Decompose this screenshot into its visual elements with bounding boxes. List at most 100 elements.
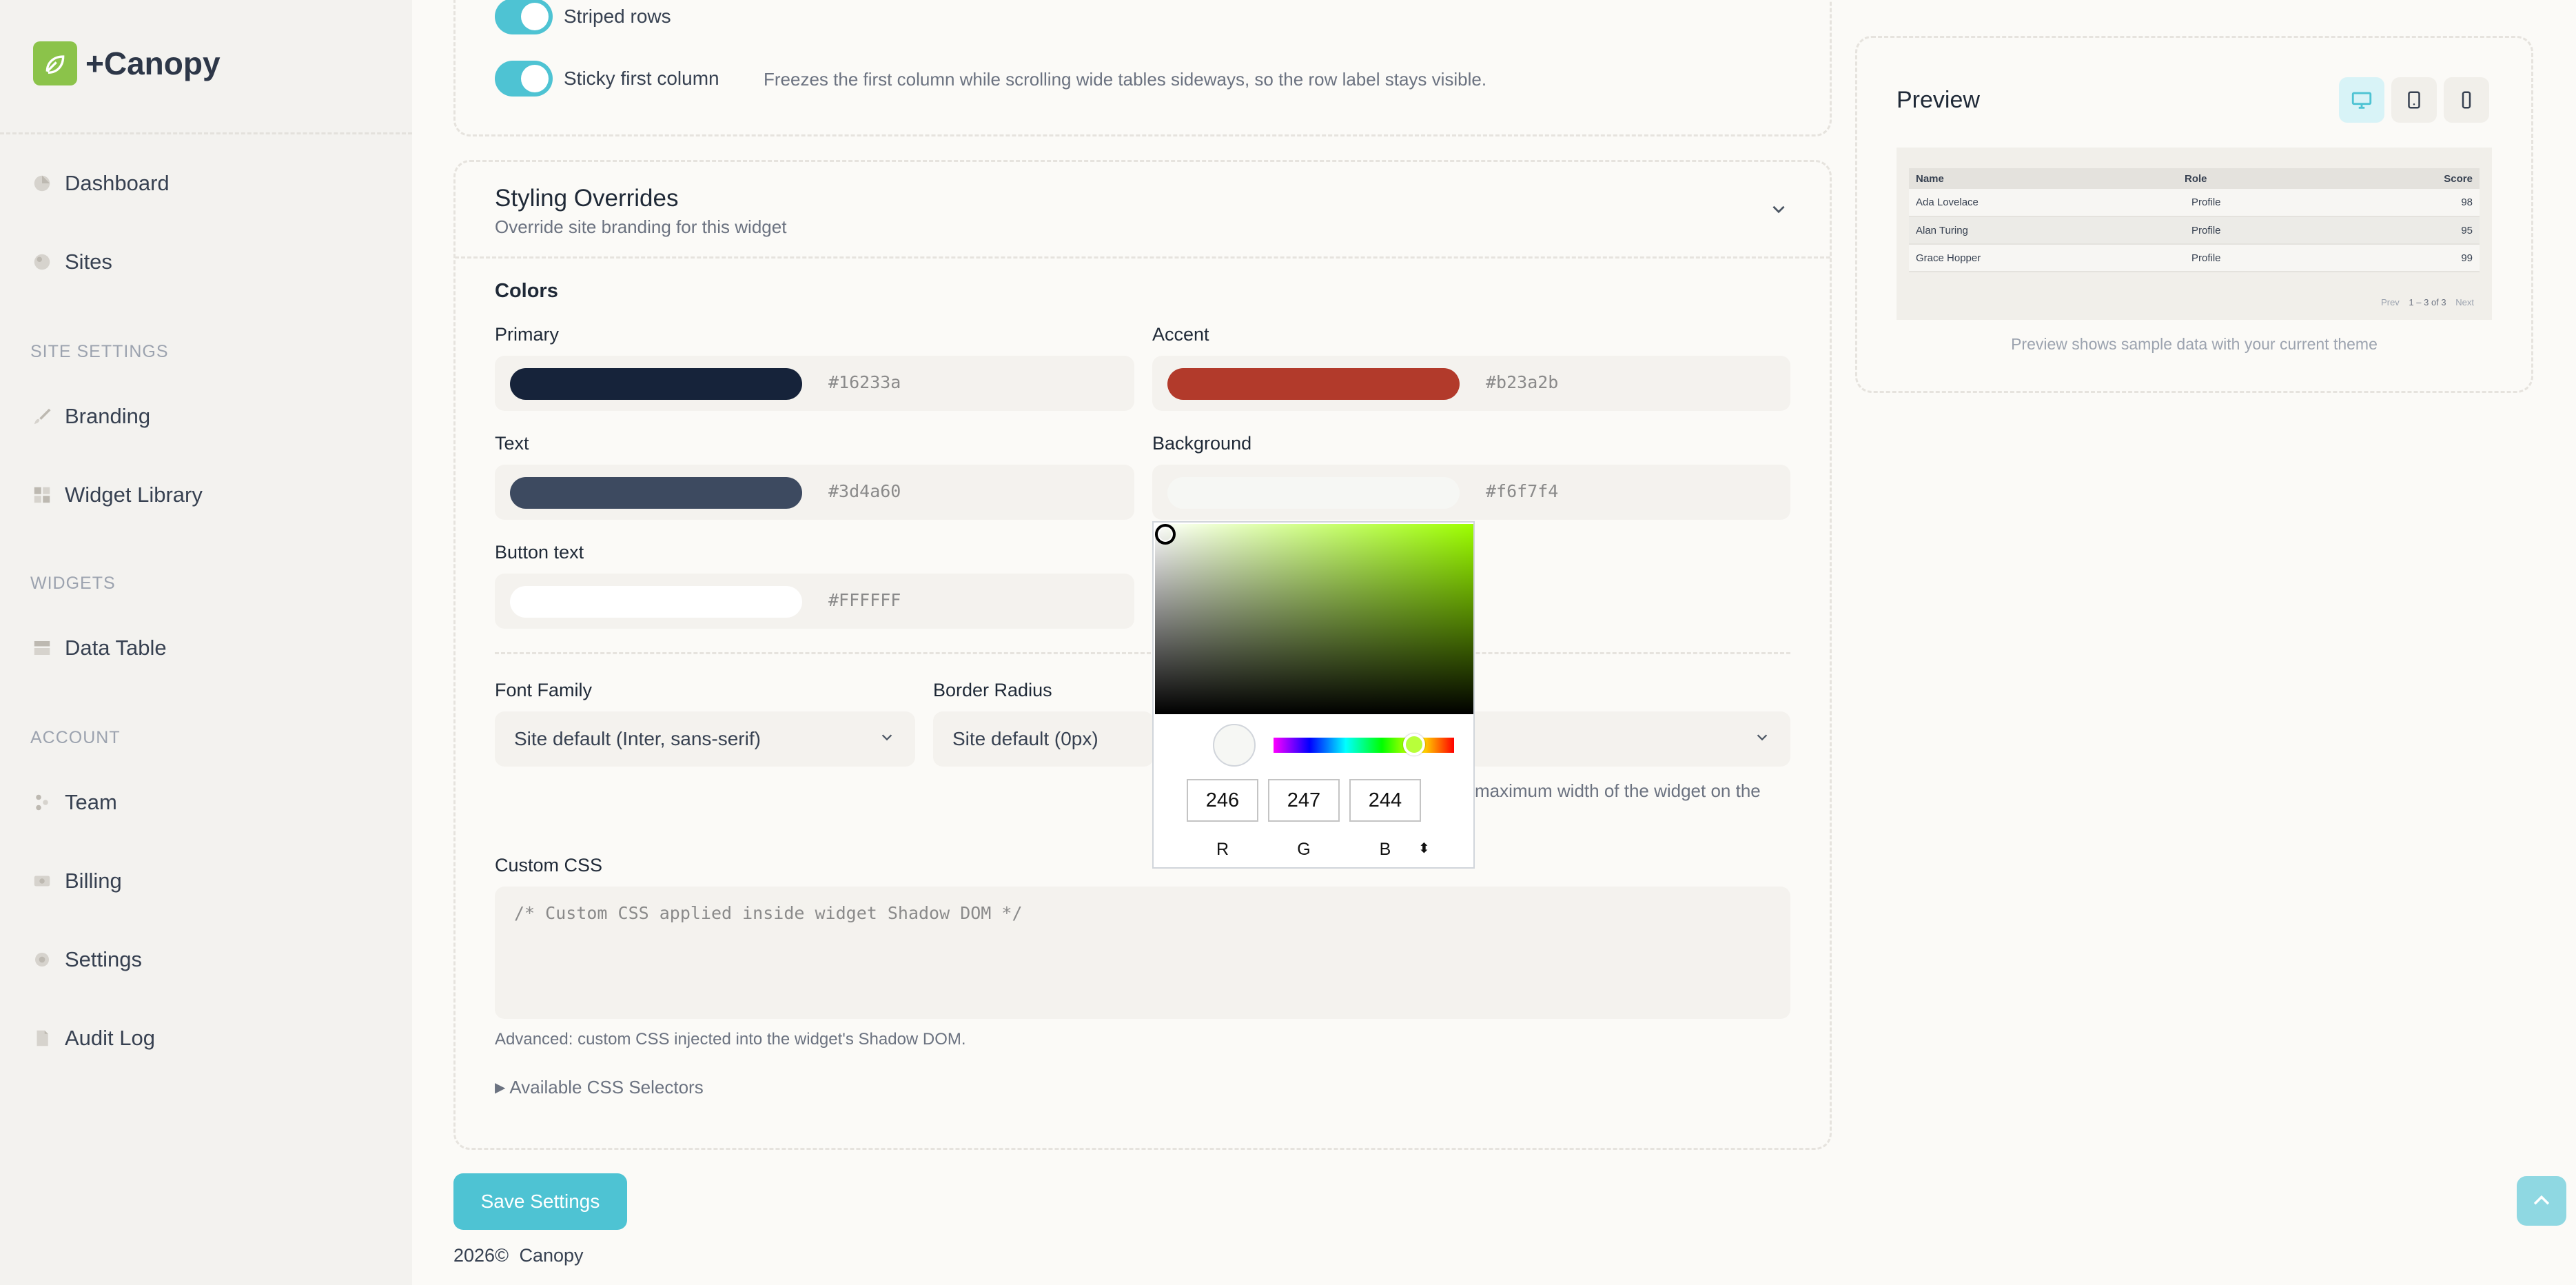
brush-icon xyxy=(30,405,54,428)
sidebar-item-widget-library[interactable]: Widget Library xyxy=(30,483,203,507)
saturation-handle[interactable] xyxy=(1155,524,1176,545)
sidebar-item-branding[interactable]: Branding xyxy=(30,404,150,429)
footer-year: 2026© xyxy=(453,1245,509,1266)
text-swatch[interactable] xyxy=(510,477,802,509)
hue-handle[interactable] xyxy=(1403,733,1425,756)
sticky-column-hint: Freezes the first column while scrolling… xyxy=(764,69,1487,90)
row-score: 95 xyxy=(2333,216,2480,245)
table-row: Ada Lovelace Profile 98 xyxy=(1909,189,2480,217)
red-input[interactable]: 246 xyxy=(1187,779,1258,822)
primary-hex[interactable]: #16233a xyxy=(828,372,901,392)
desktop-view-button[interactable] xyxy=(2339,77,2384,123)
accent-hex[interactable]: #b23a2b xyxy=(1486,372,1558,392)
sidebar-item-label: Settings xyxy=(65,947,143,971)
border-radius-value: Site default (0px) xyxy=(952,728,1098,749)
card-header-divider xyxy=(455,256,1830,259)
saturation-area[interactable] xyxy=(1155,524,1473,714)
colors-heading: Colors xyxy=(495,280,558,302)
logo[interactable]: +Canopy xyxy=(33,41,221,85)
sidebar-item-label: Team xyxy=(65,790,117,814)
leaf-logo-icon xyxy=(33,41,77,85)
sidebar-item-settings[interactable]: Settings xyxy=(30,947,142,972)
primary-swatch[interactable] xyxy=(510,368,802,400)
row-score: 98 xyxy=(2333,189,2480,217)
border-radius-label: Border Radius xyxy=(933,680,1052,700)
sticky-column-toggle[interactable] xyxy=(495,61,553,97)
custom-css-textarea[interactable]: /* Custom CSS applied inside widget Shad… xyxy=(495,887,1790,1019)
row-name: Alan Turing xyxy=(1909,216,2185,245)
text-hex[interactable]: #3d4a60 xyxy=(828,481,901,501)
section-divider xyxy=(495,652,1790,654)
button-text-color-field[interactable]: #FFFFFF xyxy=(495,574,1134,629)
striped-rows-toggle[interactable] xyxy=(495,0,553,34)
row-role: Profile xyxy=(2185,244,2333,272)
row-name: Grace Hopper xyxy=(1909,244,2185,272)
caret-right-icon: ▶ xyxy=(495,1080,506,1095)
preview-pager: Prev 1 – 3 of 3 Next xyxy=(2381,297,2474,307)
tablet-view-button[interactable] xyxy=(2391,77,2437,123)
custom-css-hint: Advanced: custom CSS injected into the w… xyxy=(495,1030,966,1049)
button-text-hex[interactable]: #FFFFFF xyxy=(828,590,901,610)
accent-label: Accent xyxy=(1152,324,1209,345)
save-settings-button[interactable]: Save Settings xyxy=(453,1173,627,1230)
sidebar-item-audit-log[interactable]: Audit Log xyxy=(30,1026,155,1051)
sidebar-item-data-table[interactable]: Data Table xyxy=(30,636,167,660)
green-label: G xyxy=(1297,840,1311,859)
chevron-down-icon xyxy=(1757,734,1768,741)
tablet-icon xyxy=(2408,91,2420,109)
styling-title: Styling Overrides xyxy=(495,185,679,212)
globe-icon xyxy=(30,250,54,274)
button-text-label: Button text xyxy=(495,542,584,563)
app-name: +Canopy xyxy=(85,45,221,81)
credit-card-icon xyxy=(30,869,54,893)
footer: 2026© Canopy xyxy=(453,1245,584,1266)
pager-next[interactable]: Next xyxy=(2455,297,2474,307)
table-icon xyxy=(30,636,54,660)
background-swatch[interactable] xyxy=(1167,477,1460,509)
sidebar-item-dashboard[interactable]: Dashboard xyxy=(30,171,170,196)
sidebar-item-label: Branding xyxy=(65,404,151,428)
scroll-to-top-button[interactable] xyxy=(2517,1176,2566,1226)
green-input[interactable]: 247 xyxy=(1268,779,1340,822)
sidebar: +Canopy Dashboard Sites SITE SETTINGS Br… xyxy=(0,0,412,1285)
users-icon xyxy=(30,791,54,814)
max-width-select[interactable] xyxy=(1468,711,1790,767)
preview-header-score: Score xyxy=(2333,168,2480,189)
section-widgets: WIDGETS xyxy=(30,574,116,593)
primary-color-field[interactable]: #16233a xyxy=(495,356,1134,411)
text-color-field[interactable]: #3d4a60 xyxy=(495,465,1134,520)
sidebar-item-label: Audit Log xyxy=(65,1026,155,1050)
text-color-label: Text xyxy=(495,433,529,454)
section-account: ACCOUNT xyxy=(30,728,121,747)
accent-swatch[interactable] xyxy=(1167,368,1460,400)
format-toggle-icon[interactable]: ⬍ xyxy=(1418,840,1430,857)
custom-css-label: Custom CSS xyxy=(495,855,603,876)
preview-header-name: Name xyxy=(1909,168,2185,189)
max-width-hint: maximum width of the widget on the xyxy=(1475,780,1761,801)
hue-slider[interactable] xyxy=(1274,733,1454,756)
background-hex[interactable]: #f6f7f4 xyxy=(1486,481,1558,501)
sidebar-item-label: Billing xyxy=(65,869,122,893)
sidebar-item-sites[interactable]: Sites xyxy=(30,250,112,274)
footer-brand: Canopy xyxy=(519,1245,584,1266)
mobile-view-button[interactable] xyxy=(2444,77,2489,123)
row-role: Profile xyxy=(2185,216,2333,245)
button-text-swatch[interactable] xyxy=(510,586,802,618)
color-picker-popup: 246 247 244 R G B ⬍ xyxy=(1152,521,1475,869)
sidebar-item-label: Dashboard xyxy=(65,171,170,195)
grid-icon xyxy=(30,483,54,507)
styling-subtitle: Override site branding for this widget xyxy=(495,216,787,237)
pager-prev[interactable]: Prev xyxy=(2381,297,2400,307)
background-color-field[interactable]: #f6f7f4 xyxy=(1152,465,1790,520)
sidebar-item-billing[interactable]: Billing xyxy=(30,869,122,893)
font-family-select[interactable]: Site default (Inter, sans-serif) xyxy=(495,711,915,767)
sidebar-item-team[interactable]: Team xyxy=(30,790,117,815)
border-radius-select[interactable]: Site default (0px) xyxy=(933,711,1154,767)
available-selectors-toggle[interactable]: ▶ Available CSS Selectors xyxy=(495,1077,704,1098)
accent-color-field[interactable]: #b23a2b xyxy=(1152,356,1790,411)
blue-input[interactable]: 244 xyxy=(1349,779,1421,822)
monitor-icon xyxy=(2351,92,2372,109)
preview-title: Preview xyxy=(1897,87,1980,113)
collapse-chevron-icon[interactable] xyxy=(1770,200,1788,221)
background-label: Background xyxy=(1152,433,1252,454)
